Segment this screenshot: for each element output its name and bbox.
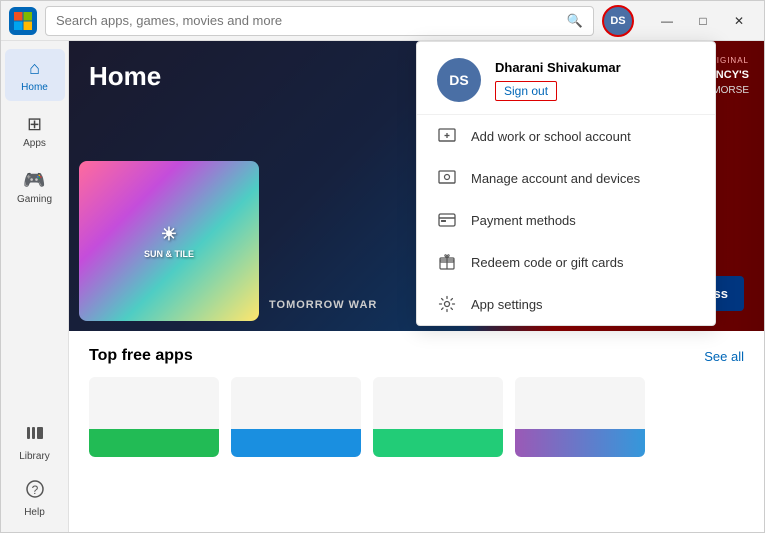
app-card-4[interactable] bbox=[515, 377, 645, 457]
sidebar-home-label: Home bbox=[21, 82, 48, 93]
sidebar-item-home[interactable]: ⌂ Home bbox=[5, 49, 65, 101]
sign-out-button[interactable]: Sign out bbox=[495, 81, 557, 101]
sidebar-gaming-label: Gaming bbox=[17, 194, 52, 205]
manage-account-icon bbox=[437, 168, 457, 188]
app-cards-container bbox=[89, 377, 744, 457]
search-icon: 🔍 bbox=[567, 13, 583, 29]
hero-title: Home bbox=[89, 61, 161, 92]
sidebar-item-gaming[interactable]: 🎮 Gaming bbox=[5, 161, 65, 213]
section-header: Top free apps See all bbox=[89, 347, 744, 365]
top-free-apps-section: Top free apps See all bbox=[69, 331, 764, 473]
dropdown-item-manage-account[interactable]: Manage account and devices bbox=[417, 157, 715, 199]
search-input[interactable] bbox=[56, 13, 561, 28]
section-title: Top free apps bbox=[89, 347, 193, 365]
payment-icon bbox=[437, 210, 457, 230]
gift-icon bbox=[437, 252, 457, 272]
dropdown-item-add-work[interactable]: Add work or school account bbox=[417, 115, 715, 157]
sidebar-library-label: Library bbox=[19, 451, 50, 462]
titlebar: 🔍 DS — □ ✕ bbox=[1, 1, 764, 41]
dropdown-item-redeem[interactable]: Redeem code or gift cards bbox=[417, 241, 715, 283]
app-settings-label: App settings bbox=[471, 297, 543, 312]
sidebar-apps-label: Apps bbox=[23, 138, 46, 149]
tomorrow-war-label: TOMORROW WAR bbox=[269, 299, 377, 311]
window-controls: — □ ✕ bbox=[650, 6, 756, 36]
manage-account-label: Manage account and devices bbox=[471, 171, 640, 186]
app-card-2[interactable] bbox=[231, 377, 361, 457]
add-work-icon bbox=[437, 126, 457, 146]
search-bar[interactable]: 🔍 bbox=[45, 6, 594, 36]
close-button[interactable]: ✕ bbox=[722, 6, 756, 36]
app-window: 🔍 DS — □ ✕ ⌂ Home ⊞ Apps 🎮 Gaming bbox=[0, 0, 765, 533]
app-logo bbox=[9, 7, 37, 35]
home-icon: ⌂ bbox=[29, 58, 40, 79]
dropdown-user-info: Dharani Shivakumar Sign out bbox=[495, 60, 695, 101]
app-card-3[interactable] bbox=[373, 377, 503, 457]
settings-icon bbox=[437, 294, 457, 314]
dropdown-item-payment[interactable]: Payment methods bbox=[417, 199, 715, 241]
minimize-button[interactable]: — bbox=[650, 6, 684, 36]
hero-left-thumbnail: ☀ SUN & TILE bbox=[79, 161, 259, 321]
dropdown-item-settings[interactable]: App settings bbox=[417, 283, 715, 325]
see-all-link[interactable]: See all bbox=[704, 349, 744, 364]
user-avatar-button[interactable]: DS bbox=[602, 5, 634, 37]
sidebar-item-library[interactable]: Library bbox=[5, 416, 65, 468]
redeem-label: Redeem code or gift cards bbox=[471, 255, 623, 270]
dropdown-avatar: DS bbox=[437, 58, 481, 102]
sidebar-item-apps[interactable]: ⊞ Apps bbox=[5, 105, 65, 157]
dropdown-header: DS Dharani Shivakumar Sign out bbox=[417, 42, 715, 115]
app-card-1[interactable] bbox=[89, 377, 219, 457]
help-icon: ? bbox=[25, 479, 45, 504]
library-icon bbox=[25, 423, 45, 448]
apps-icon: ⊞ bbox=[27, 114, 42, 135]
sidebar-item-help[interactable]: ? Help bbox=[5, 472, 65, 524]
dropdown-username: Dharani Shivakumar bbox=[495, 60, 695, 75]
payment-label: Payment methods bbox=[471, 213, 576, 228]
sidebar: ⌂ Home ⊞ Apps 🎮 Gaming bbox=[1, 41, 69, 532]
add-work-label: Add work or school account bbox=[471, 129, 631, 144]
svg-text:?: ? bbox=[31, 483, 38, 497]
maximize-button[interactable]: □ bbox=[686, 6, 720, 36]
sidebar-help-label: Help bbox=[24, 507, 45, 518]
game-thumbnail: ☀ SUN & TILE bbox=[79, 161, 259, 321]
gaming-icon: 🎮 bbox=[23, 170, 45, 191]
user-dropdown-menu: DS Dharani Shivakumar Sign out Add work … bbox=[416, 41, 716, 326]
